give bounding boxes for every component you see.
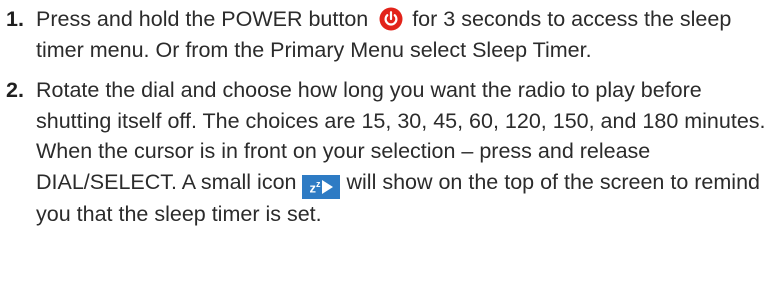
play-arrow-icon xyxy=(322,180,334,195)
sleep-timer-icon: zz xyxy=(302,175,341,200)
step-1: 1. Press and hold the POWER button for 3 … xyxy=(6,4,772,65)
step-number: 1. xyxy=(6,7,24,31)
step-number: 2. xyxy=(6,78,24,102)
zz-glyph: zz xyxy=(309,179,321,196)
step-1-text-start: Press and hold the POWER button xyxy=(36,7,369,31)
instruction-steps: 1. Press and hold the POWER button for 3 … xyxy=(6,4,772,230)
power-icon xyxy=(379,7,403,31)
step-2: 2. Rotate the dial and choose how long yo… xyxy=(6,75,772,230)
